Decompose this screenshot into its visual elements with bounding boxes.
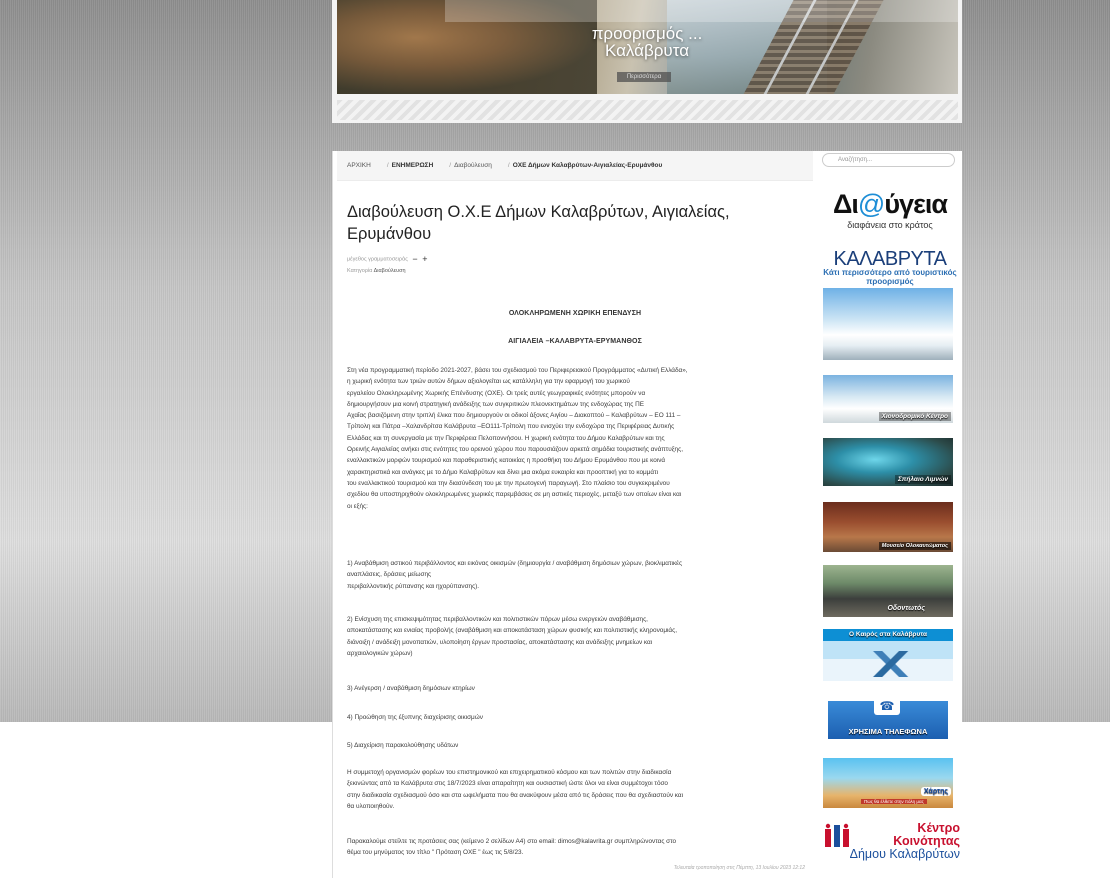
text-line: 1) Αναβάθμιση αστικού περιβάλλοντος και …	[347, 560, 683, 567]
text-line: η χωρική ενότητα των τριών αυτών δήμων α…	[347, 378, 630, 386]
community-center-banner[interactable]: Κέντρο Κοινότητας Δήμου Καλαβρύτων	[826, 822, 960, 861]
paragraph-item-2: 2) Ενίσχυση της επισκεψιμότητας περιβαλλ…	[347, 614, 809, 659]
lake-cave-caption: Σπήλαιο Λιμνών	[894, 475, 951, 484]
breadcrumb-separator: /	[386, 162, 389, 169]
snow-center-caption: Χιονοδρομικό Κέντρο	[878, 412, 951, 421]
train-caption: Οδοντωτός	[887, 605, 925, 612]
map-subcaption: Πως θα έλθετε στην πόλη μας	[861, 799, 927, 804]
museum-banner[interactable]: Μουσείο Ολοκαυτώματος	[823, 502, 953, 552]
text-line: 2) Ενίσχυση της επισκεψιμότητας περιβαλλ…	[347, 616, 648, 623]
banner-more-button[interactable]: Περισσότερα	[617, 72, 671, 82]
text-line: θέμα του μηνύματος τον τίτλο " Πρόταση Ο…	[347, 849, 524, 857]
breadcrumb: ΑΡΧΙΚΗ / ΕΝΗΜΕΡΩΣΗ / Διαβούλευση / ΟΧΕ Δήμων Κ…	[337, 151, 813, 181]
kalavryta-banner-subtitle: Κάτι περισσότερο από τουριστικός προορισ…	[823, 268, 957, 286]
weather-caption: Ο Καιρός στα Καλάβρυτα	[849, 631, 927, 638]
text-line: αναπλάσεις, δράσεις μείωσης	[347, 571, 432, 579]
text-line: θα υλοποιηθούν.	[347, 802, 395, 810]
diavgeia-logo[interactable]: Δι@ύγεια	[824, 189, 956, 220]
paragraph-item-4: 4) Προώθηση της έξυπνης διαχείρισης οικι…	[347, 714, 483, 721]
text-line: αρχαιολογικών χώρων)	[347, 649, 413, 657]
text-line: Τρίπολη και Πάτρα –Χαλανδρίτσα Καλάβρυτα…	[347, 423, 675, 431]
map-caption: Χάρτης	[920, 787, 951, 796]
text-line: αποκατάστασης και ενιαίας προβολής (αναβ…	[347, 627, 677, 635]
train-banner[interactable]: Οδοντωτός	[823, 565, 953, 617]
diavgeia-suffix: ύγεια	[884, 189, 948, 219]
text-line: δημιουργήσουν μια κοινή στρατηγική ανάδε…	[347, 400, 644, 408]
search-input[interactable]: Αναζήτηση...	[822, 153, 955, 167]
text-line: ξεκινώντας από τα Καλάβρυτα στις 18/7/20…	[347, 780, 668, 788]
last-modified: Τελευταία τροποποίηση στις Πέμπτη, 13 Ιο…	[673, 865, 805, 871]
category-link[interactable]: Διαβούλευση	[374, 268, 406, 274]
mountain-icon	[835, 651, 941, 677]
paragraph-item-5: 5) Διαχείριση παρακολούθησης υδάτων	[347, 742, 459, 749]
paragraph-request: Παρακαλούμε στείλτε τις προτάσεις σας (κ…	[347, 836, 809, 859]
text-line: του εναλλακτικού τουρισμού και την διασύ…	[347, 479, 670, 487]
font-size-controls: μέγεθος γραμματοσειράς − +	[347, 254, 427, 264]
paragraph-item-1: 1) Αναβάθμιση αστικού περιβάλλοντος και …	[347, 558, 809, 592]
museum-caption: Μουσείο Ολοκαυτώματος	[878, 542, 951, 550]
diavgeia-subtitle: διαφάνεια στο κράτος	[847, 220, 933, 230]
header-banner[interactable]: προορισμός ... Καλάβρυτα Περισσότερα	[337, 0, 958, 94]
text-line: χαρακτηριστικά και ανάγκες με το Δήμο Κα…	[347, 468, 659, 476]
category-row: Κατηγορία Διαβούλευση	[347, 268, 406, 274]
paragraph-intro: Στη νέα προγραμματική περίοδο 2021-2027,…	[347, 365, 809, 512]
text-line: οι εξής:	[347, 502, 368, 510]
breadcrumb-news[interactable]: ΕΝΗΜΕΡΩΣΗ	[392, 162, 434, 169]
header-divider	[337, 100, 958, 120]
paragraph-participation: Η συμμετοχή οργανισμών φορέων του επιστη…	[347, 767, 809, 812]
breadcrumb-separator: /	[449, 162, 452, 169]
header: προορισμός ... Καλάβρυτα Περισσότερα	[332, 0, 962, 123]
category-label: Κατηγορία	[347, 268, 373, 274]
useful-phones-caption: ΧΡΗΣΙΜΑ ΤΗΛΕΦΩΝΑ	[848, 727, 928, 736]
text-line: Ορεινής Αιγιαλείας ανήκει στις ενότητες …	[347, 446, 683, 454]
page-title: Διαβούλευση Ο.Χ.Ε Δήμων Καλαβρύτων, Αιγι…	[347, 203, 730, 243]
main-content: ΑΡΧΙΚΗ / ΕΝΗΜΕΡΩΣΗ / Διαβούλευση / ΟΧΕ Δήμων Κ…	[332, 151, 816, 878]
diavgeia-at: @	[857, 189, 885, 219]
sidebar: Αναζήτηση... Δι@ύγεια διαφάνεια στο κράτ…	[816, 151, 962, 878]
text-line: περιβαλλοντικής ρύπανσης και ηχορύπανσης…	[347, 582, 480, 590]
snow-center-banner[interactable]: Χιονοδρομικό Κέντρο	[823, 375, 953, 423]
diavgeia-prefix: Δι	[833, 189, 859, 219]
useful-phones-banner[interactable]: ☎ ΧΡΗΣΙΜΑ ΤΗΛΕΦΩΝΑ	[828, 701, 948, 739]
font-decrease-button[interactable]: −	[412, 254, 417, 264]
banner-top-strip	[445, 0, 958, 22]
font-increase-button[interactable]: +	[422, 254, 427, 264]
paragraph-item-3: 3) Ανέγερση / αναβάθμιση δημόσιων κτηρίω…	[347, 685, 475, 692]
text-line: εργαλείου Ολοκληρωμένης Χωρικής Επένδυση…	[347, 389, 646, 397]
text-line: Στη νέα προγραμματική περίοδο 2021-2027,…	[347, 367, 688, 374]
community-line3: Δήμου Καλαβρύτων	[849, 847, 960, 861]
ski-resort-image[interactable]	[823, 288, 953, 360]
text-line: Παρακαλούμε στείλτε τις προτάσεις σας (κ…	[347, 838, 677, 845]
text-line: Ελλάδας και τη συνεργασία με την Περιφέρ…	[347, 434, 665, 442]
breadcrumb-section[interactable]: Διαβούλευση	[454, 162, 492, 169]
lake-cave-banner[interactable]: Σπήλαιο Λιμνών	[823, 438, 953, 486]
font-size-label: μέγεθος γραμματοσειράς	[347, 256, 408, 263]
breadcrumb-current: ΟΧΕ Δήμων Καλαβρύτων-Αιγιαλείας-Ερυμάνθο…	[512, 162, 663, 169]
text-line: εναλλακτικών μορφών τουρισμού και παραθε…	[347, 457, 666, 465]
phone-icon: ☎	[874, 701, 900, 715]
weather-banner[interactable]: Ο Καιρός στα Καλάβρυτα	[823, 629, 953, 681]
text-line: Η συμμετοχή οργανισμών φορέων του επιστη…	[347, 769, 672, 776]
text-line: Αχαΐας βασιζόμενη στην τριπλή έλικα που …	[347, 412, 681, 420]
article-heading-1: ΟΛΟΚΛΗΡΩΜΕΝΗ ΧΩΡΙΚΗ ΕΠΕΝΔΥΣΗ	[508, 310, 642, 317]
text-line: διάνοιξη / ανάδειξη μονοπατιών, υλοποίησ…	[347, 638, 653, 646]
text-line: σχεδίου θα υποστηριχθούν ολοκληρωμένες χ…	[347, 491, 682, 499]
breadcrumb-separator: /	[507, 162, 510, 169]
breadcrumb-home[interactable]: ΑΡΧΙΚΗ	[347, 162, 371, 169]
map-banner[interactable]: Χάρτης Πως θα έλθετε στην πόλη μας	[823, 758, 953, 808]
text-line: στην διαδικασία σχεδιασμού όσο και στα ω…	[347, 791, 684, 799]
banner-title-line2: Καλάβρυτα	[604, 41, 690, 60]
article-heading-2: ΑΙΓΙΑΛΕΙΑ –ΚΑΛΑΒΡΥΤΑ-ΕΡΥΜΑΝΘΟΣ	[508, 338, 642, 345]
